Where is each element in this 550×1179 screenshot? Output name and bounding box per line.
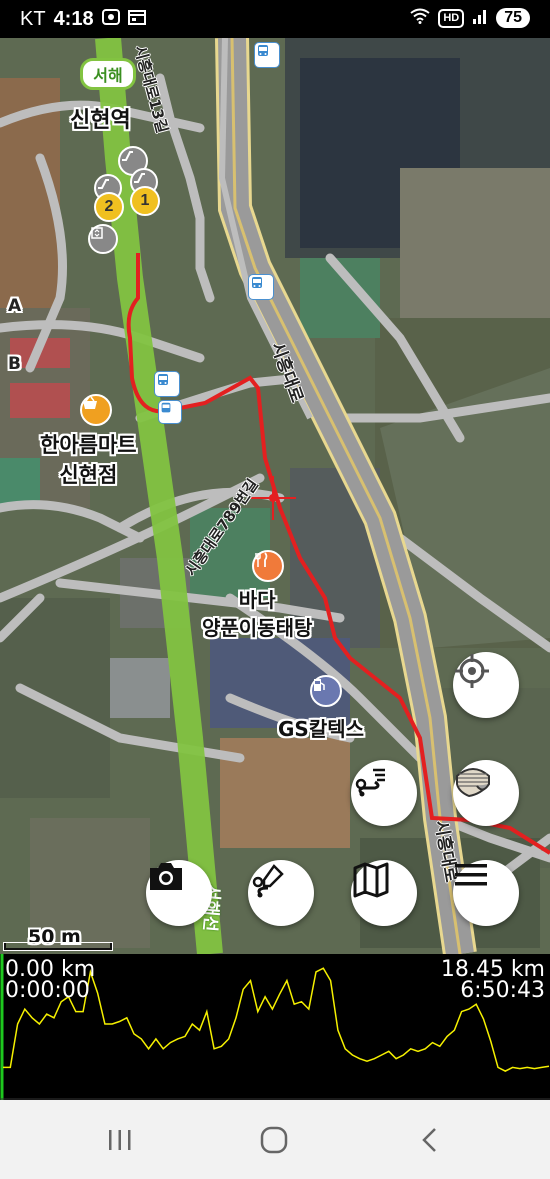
gas-station-label[interactable]: GS칼텍스 [278,713,364,742]
bus-stop-icon[interactable] [254,42,280,68]
crosshair-icon [455,654,489,688]
screen-record-icon [101,8,120,31]
restaurant-icon[interactable] [252,550,284,582]
map-icon [353,862,389,898]
home-icon [260,1126,288,1154]
bus-stop-icon[interactable] [248,274,274,300]
draw-route-icon [252,864,284,898]
calendar-icon [127,8,146,31]
map-button[interactable] [351,860,417,926]
carrier-label: KT [20,8,46,30]
back-button[interactable] [410,1120,450,1160]
total-time: 6:50:43 [460,978,545,1003]
exit-1-badge[interactable]: 1 [130,186,160,216]
back-icon [422,1128,436,1152]
building-label-a: A [8,296,22,316]
layers-button[interactable] [453,760,519,826]
mart-label[interactable]: 한아름마트 신현점 [40,430,137,490]
camera-button[interactable] [146,860,212,926]
route-icon [355,768,385,797]
recent-apps-button[interactable] [100,1120,140,1160]
menu-button[interactable] [453,860,519,926]
home-button[interactable] [254,1120,294,1160]
map-scale: 50 m [4,926,112,952]
layers-icon [456,768,490,798]
bus-stop-icon[interactable] [158,400,182,424]
clock: 4:18 [53,8,94,30]
start-time: 0:00:00 [5,978,90,1003]
gas-station-icon[interactable] [310,675,342,707]
locate-button[interactable] [453,652,519,718]
system-nav-bar [0,1100,550,1179]
battery-indicator: 75 [496,8,530,28]
exit-2-badge[interactable]: 2 [94,192,124,222]
hd-voice-badge: HD [438,8,465,28]
recent-apps-icon [109,1130,131,1150]
building-label-b: B [8,354,21,374]
draw-route-button[interactable] [248,860,314,926]
signal-icon [472,8,488,28]
wifi-icon [410,8,430,28]
shopping-basket-icon[interactable] [80,394,112,426]
menu-icon [455,864,487,886]
bus-stop-icon[interactable] [154,371,180,397]
camera-icon [150,863,182,890]
elevation-profile-panel[interactable]: 0.00 km 0:00:00 18.45 km 6:50:43 [0,954,550,1100]
scale-bar [4,943,112,950]
seohae-line-badge[interactable]: 서해 [80,58,136,90]
elevator-icon[interactable] [88,224,118,254]
map-view[interactable]: 서해 신현역 시흥대로13길 시흥대로 시흥대로789번길 시흥대로 서해선 한… [0,38,550,954]
station-label[interactable]: 신현역 [70,102,131,134]
restaurant-label[interactable]: 바다 양푼이동태탕 [202,586,312,642]
route-list-button[interactable] [351,760,417,826]
